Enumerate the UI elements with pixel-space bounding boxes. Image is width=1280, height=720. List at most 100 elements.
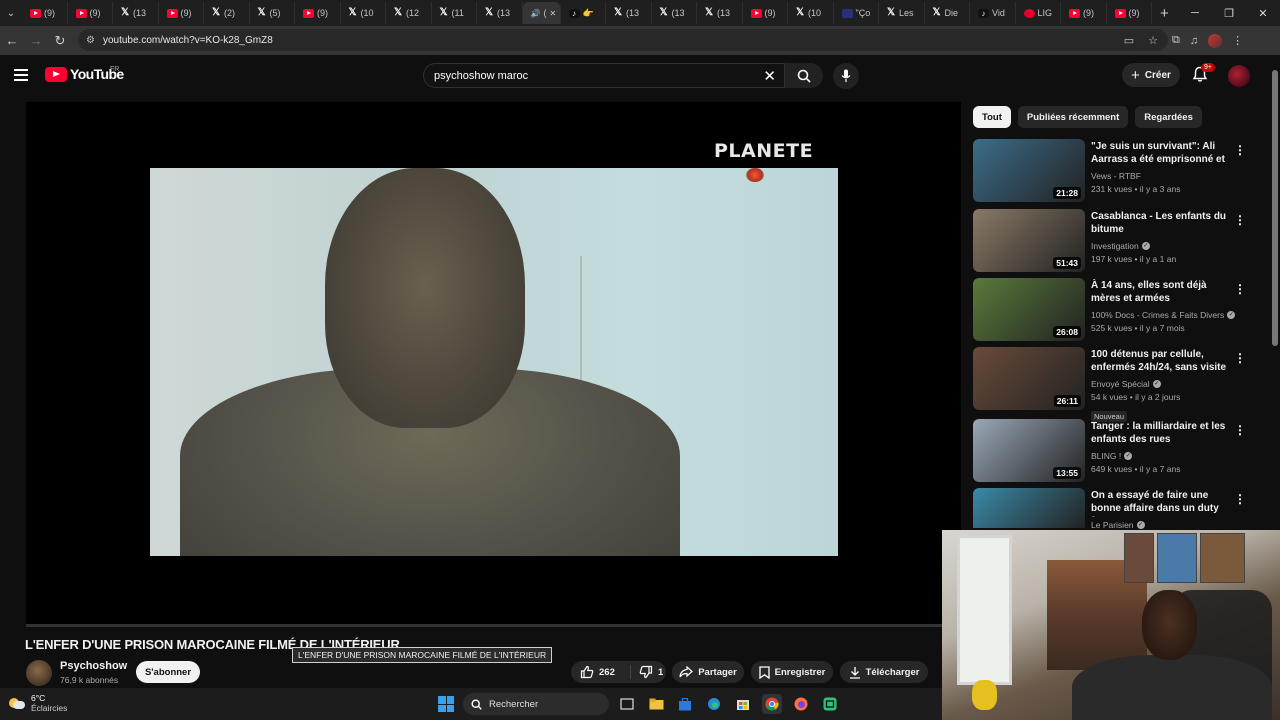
- account-avatar[interactable]: [1228, 65, 1250, 87]
- search-input[interactable]: psychoshow maroc ✕: [423, 63, 785, 88]
- recommendation-title[interactable]: À 14 ans, elles sont déjà mères et armée…: [1091, 279, 1231, 305]
- browser-tab[interactable]: 𝕏 (5): [250, 2, 295, 24]
- browser-tab[interactable]: 𝕏 Die: [925, 2, 970, 24]
- recommendation-title[interactable]: Tanger : la milliardaire et les enfants …: [1091, 420, 1231, 446]
- chip-all[interactable]: Tout: [973, 106, 1011, 128]
- browser-tab[interactable]: 𝕏 (10: [341, 2, 386, 24]
- browser-tab[interactable]: "Ço: [834, 2, 879, 24]
- recommendation-title[interactable]: 100 détenus par cellule, enfermés 24h/24…: [1091, 348, 1231, 376]
- menu-icon[interactable]: [14, 69, 28, 81]
- recommendation-channel[interactable]: BLING ! ✓: [1091, 451, 1133, 461]
- site-info-icon[interactable]: ⚙: [86, 35, 95, 46]
- minimize-icon[interactable]: ─: [1178, 0, 1212, 26]
- video-thumbnail[interactable]: 13:55: [973, 419, 1085, 482]
- firefox-icon[interactable]: [791, 694, 811, 714]
- save-button[interactable]: Enregistrer: [751, 661, 833, 683]
- dislike-button[interactable]: 1: [631, 665, 663, 679]
- browser-tab[interactable]: ♪ Vid: [970, 2, 1016, 24]
- scrollbar-thumb[interactable]: [1272, 70, 1278, 346]
- file-explorer-icon[interactable]: [646, 694, 666, 714]
- back-icon[interactable]: ←: [0, 33, 24, 48]
- video-thumbnail[interactable]: 51:43: [973, 209, 1085, 272]
- more-options-icon[interactable]: ⋮: [1234, 143, 1246, 157]
- create-button[interactable]: + Créer: [1122, 63, 1180, 87]
- recommendation-channel[interactable]: 100% Docs - Crimes & Faits Divers ✓: [1091, 310, 1236, 320]
- recommendation-item[interactable]: 26:11 100 détenus par cellule, enfermés 2…: [973, 347, 1253, 422]
- recommendation-item[interactable]: 21:28 "Je suis un survivant": Ali Aarrass…: [973, 139, 1253, 203]
- browser-tab[interactable]: (9): [22, 2, 68, 24]
- video-thumbnail[interactable]: [973, 488, 1085, 528]
- browser-tab[interactable]: (9): [743, 2, 788, 24]
- recommendation-channel[interactable]: Envoyé Spécial ✓: [1091, 379, 1161, 389]
- browser-tab[interactable]: LIG: [1016, 2, 1061, 24]
- video-thumbnail[interactable]: 26:11: [973, 347, 1085, 410]
- extensions-icon[interactable]: ⧉: [1172, 34, 1180, 47]
- share-button[interactable]: Partager: [672, 661, 744, 683]
- video-player[interactable]: PLANETE: [26, 102, 961, 627]
- browser-tab[interactable]: (9): [295, 2, 341, 24]
- new-tab-icon[interactable]: +: [1160, 5, 1169, 22]
- voice-search-button[interactable]: [833, 63, 859, 89]
- chip-watched[interactable]: Regardées: [1135, 106, 1202, 128]
- browser-tab[interactable]: (9): [68, 2, 113, 24]
- search-button[interactable]: [785, 63, 823, 88]
- profile-avatar[interactable]: [1208, 33, 1223, 48]
- recommendation-channel[interactable]: Investigation ✓: [1091, 241, 1150, 251]
- recommendation-item[interactable]: 13:55 Tanger : la milliardaire et les enf…: [973, 419, 1253, 483]
- browser-tab[interactable]: 𝕏 Les: [879, 2, 925, 24]
- browser-tab[interactable]: (9): [159, 2, 204, 24]
- cast-icon[interactable]: ▭: [1124, 34, 1134, 47]
- browser-tab[interactable]: 𝕏 (13: [113, 2, 159, 24]
- browser-tab[interactable]: 𝕏 (13: [477, 2, 523, 24]
- channel-avatar[interactable]: [26, 660, 52, 686]
- more-options-icon[interactable]: ⋮: [1234, 351, 1246, 365]
- subscribe-button[interactable]: S'abonner: [136, 661, 200, 683]
- download-button[interactable]: Télécharger: [840, 661, 928, 683]
- browser-tab[interactable]: 𝕏 (13: [697, 2, 743, 24]
- media-control-icon[interactable]: ♫: [1190, 35, 1198, 47]
- recommendation-title[interactable]: On a essayé de faire une bonne affaire d…: [1091, 489, 1231, 517]
- recommendation-item[interactable]: 26:08 À 14 ans, elles sont déjà mères et …: [973, 278, 1253, 342]
- recommendation-channel[interactable]: Le Parisien ✓: [1091, 520, 1145, 530]
- video-thumbnail[interactable]: 26:08: [973, 278, 1085, 341]
- taskbar-search[interactable]: Rechercher: [463, 693, 609, 715]
- chrome-icon[interactable]: [762, 694, 782, 714]
- forward-icon[interactable]: →: [24, 33, 48, 48]
- browser-tab[interactable]: (9): [1107, 2, 1152, 24]
- browser-tab[interactable]: (9): [1061, 2, 1107, 24]
- tab-search-icon[interactable]: ⌄: [0, 2, 22, 24]
- chip-recent[interactable]: Publiées récemment: [1017, 106, 1129, 128]
- windows-start-icon[interactable]: [438, 696, 454, 712]
- recommendation-title[interactable]: Casablanca - Les enfants du bitume: [1091, 210, 1231, 236]
- microsoft-store-bag-icon[interactable]: [733, 694, 753, 714]
- close-tab-icon[interactable]: ✕: [549, 9, 556, 18]
- store-icon[interactable]: [675, 694, 695, 714]
- browser-tab[interactable]: ♪ 👉: [561, 2, 606, 24]
- browser-tab[interactable]: 𝕏 (13: [606, 2, 652, 24]
- progress-bar[interactable]: [26, 624, 961, 627]
- browser-tab[interactable]: 𝕏 (13: [652, 2, 697, 24]
- more-options-icon[interactable]: ⋮: [1234, 282, 1246, 296]
- task-view-icon[interactable]: [617, 694, 637, 714]
- channel-name[interactable]: Psychoshow: [60, 660, 127, 672]
- browser-tab[interactable]: 𝕏 (10: [788, 2, 834, 24]
- video-thumbnail[interactable]: 21:28: [973, 139, 1085, 202]
- restore-icon[interactable]: ❐: [1212, 0, 1246, 26]
- more-options-icon[interactable]: ⋮: [1234, 423, 1246, 437]
- more-options-icon[interactable]: ⋮: [1234, 213, 1246, 227]
- more-options-icon[interactable]: ⋮: [1234, 492, 1246, 506]
- browser-tab[interactable]: 𝕏 (11: [432, 2, 477, 24]
- close-window-icon[interactable]: ✕: [1246, 0, 1280, 26]
- browser-tab[interactable]: 𝕏 (2): [204, 2, 250, 24]
- reload-icon[interactable]: ↻: [48, 33, 72, 49]
- recommendation-title[interactable]: "Je suis un survivant": Ali Aarrass a ét…: [1091, 140, 1231, 168]
- like-button[interactable]: 262: [571, 665, 631, 679]
- browser-tab[interactable]: 🔊(✕: [522, 2, 561, 24]
- browser-menu-icon[interactable]: ⋮: [1232, 34, 1243, 47]
- edge-icon[interactable]: [704, 694, 724, 714]
- recommendation-channel[interactable]: Vews - RTBF: [1091, 171, 1141, 181]
- recommendation-item[interactable]: 51:43 Casablanca - Les enfants du bitume I…: [973, 209, 1253, 273]
- clear-search-icon[interactable]: ✕: [763, 67, 776, 85]
- browser-tab[interactable]: 𝕏 (12: [386, 2, 432, 24]
- streaming-app-icon[interactable]: [820, 694, 840, 714]
